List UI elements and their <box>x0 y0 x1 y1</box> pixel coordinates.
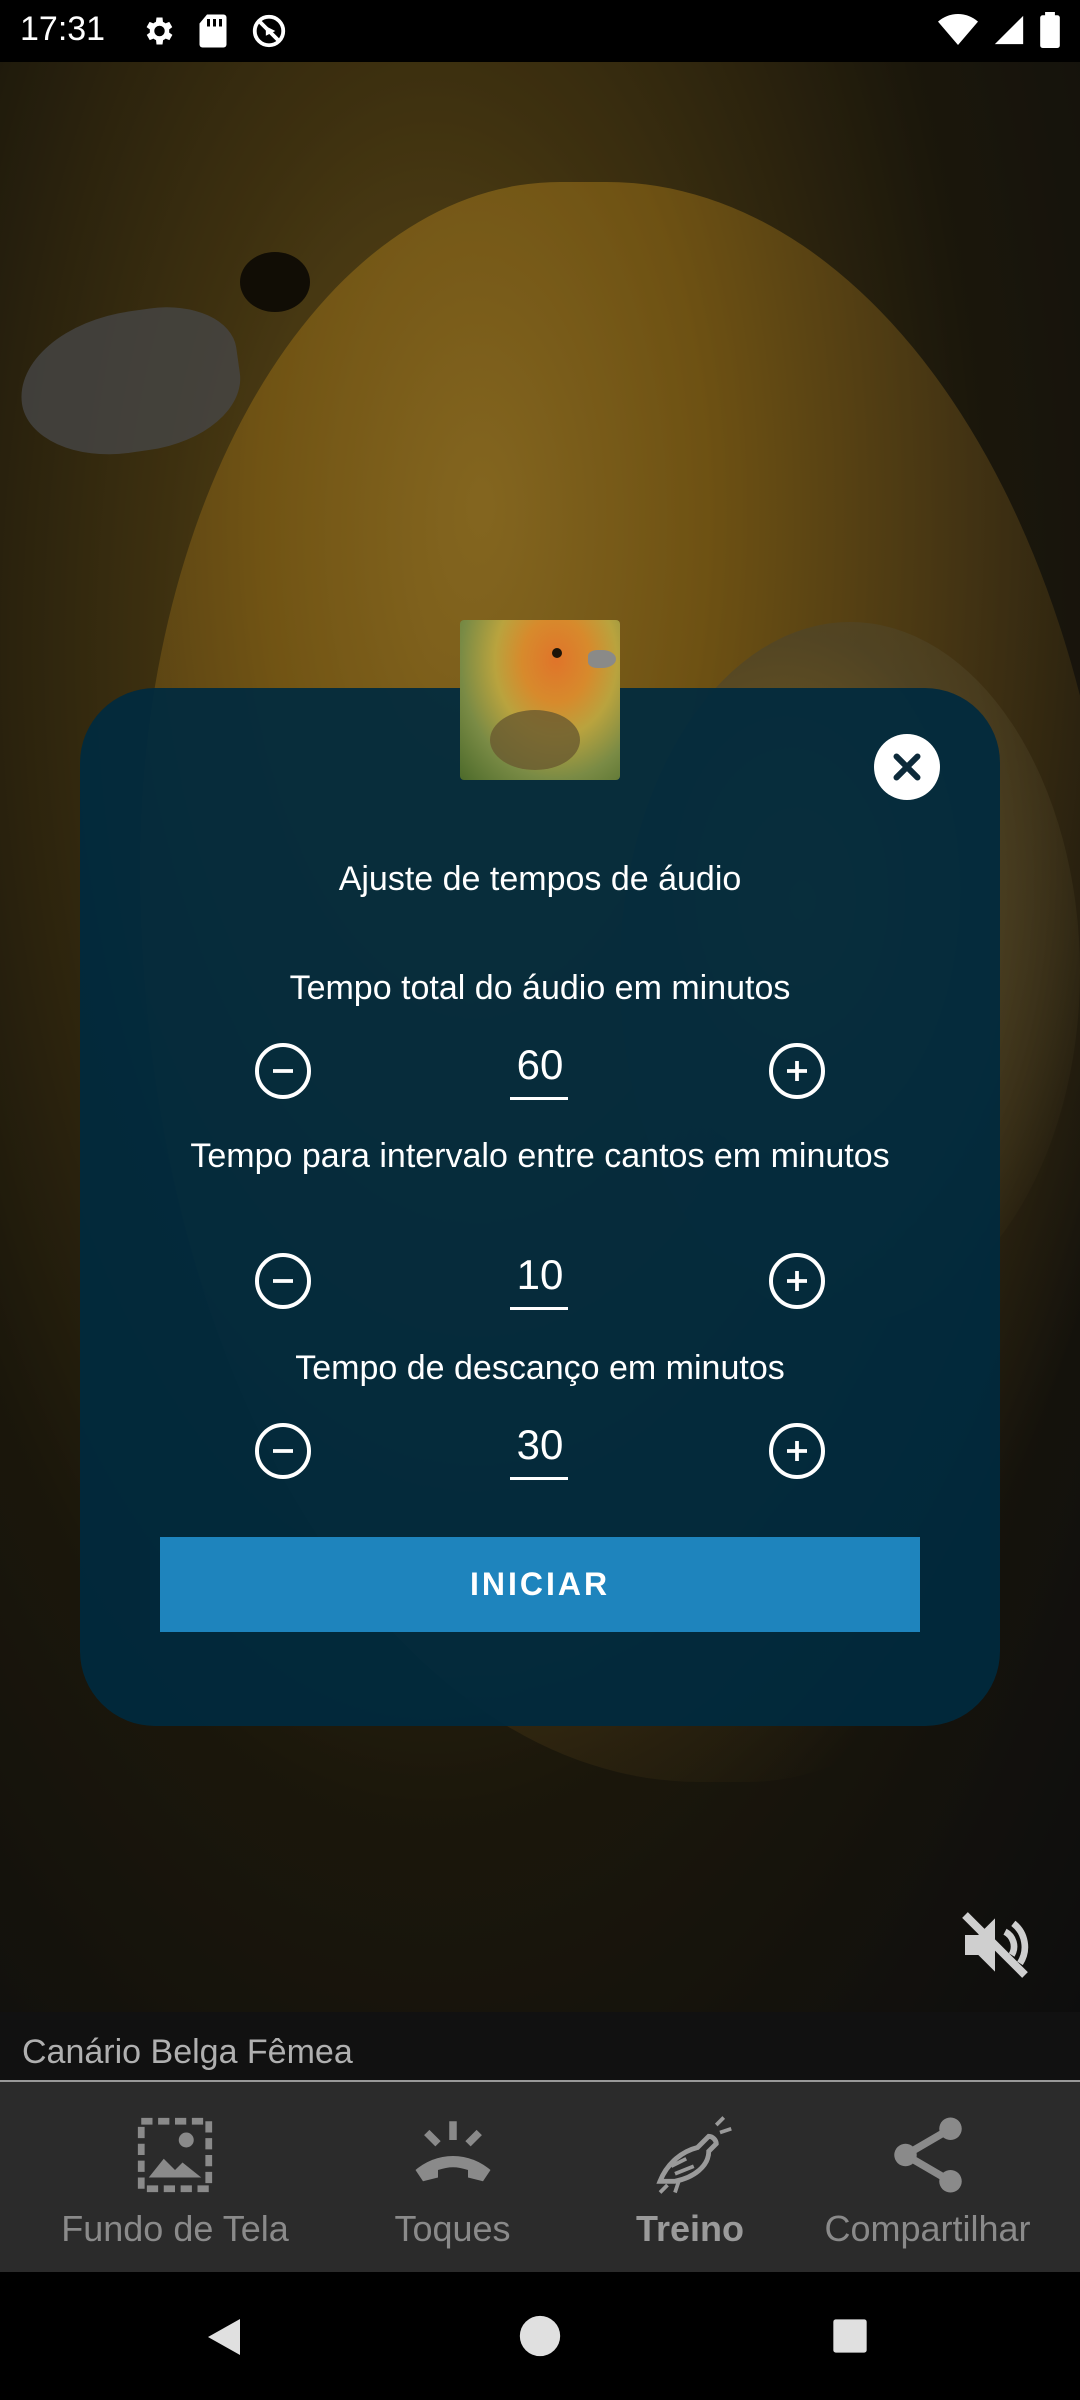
rest-time-increment-button[interactable] <box>769 1423 825 1479</box>
bird-thumbnail <box>460 620 620 780</box>
interval-time-decrement-button[interactable] <box>255 1253 311 1309</box>
minus-icon <box>273 1279 293 1283</box>
battery-icon <box>1040 12 1060 48</box>
plus-icon <box>787 1061 807 1081</box>
close-icon <box>893 753 921 781</box>
plus-icon <box>787 1441 807 1461</box>
total-time-decrement-button[interactable] <box>255 1043 311 1099</box>
rest-time-label: Tempo de descanço em minutos <box>295 1349 785 1387</box>
share-icon <box>893 2117 962 2193</box>
signal-icon <box>994 15 1024 45</box>
wallpaper-icon <box>137 2117 213 2193</box>
start-button[interactable]: INICIAR <box>160 1537 920 1632</box>
bottom-navigation: Fundo de Tela Toques Treino Compartilhar <box>0 2082 1080 2272</box>
total-time-stepper: 60 <box>255 1041 825 1113</box>
sd-card-icon <box>199 14 227 48</box>
total-time-increment-button[interactable] <box>769 1043 825 1099</box>
total-time-input[interactable]: 60 <box>510 1041 570 1089</box>
interval-time-input[interactable]: 10 <box>510 1251 570 1299</box>
minus-icon <box>273 1449 293 1453</box>
dialog-title: Ajuste de tempos de áudio <box>338 860 742 898</box>
interval-time-label: Tempo para intervalo entre cantos em min… <box>190 1137 890 1175</box>
status-time: 17:31 <box>20 10 106 48</box>
close-button[interactable] <box>874 734 940 800</box>
rest-time-stepper: 30 <box>255 1421 825 1493</box>
back-icon[interactable] <box>200 2312 248 2362</box>
interval-time-increment-button[interactable] <box>769 1253 825 1309</box>
interval-time-stepper: 10 <box>255 1251 825 1323</box>
volume-off-icon <box>962 1912 1029 1978</box>
nav-item-training[interactable]: Treino <box>570 2082 810 2272</box>
recents-icon[interactable] <box>830 2316 870 2356</box>
sound-title: Canário Belga Fêmea <box>22 2033 353 2071</box>
wifi-icon <box>938 14 978 45</box>
home-icon[interactable] <box>518 2314 562 2358</box>
ringtone-icon <box>415 2121 490 2182</box>
plus-icon <box>787 1271 807 1291</box>
mute-button[interactable] <box>955 1905 1035 1985</box>
minus-icon <box>273 1069 293 1073</box>
rest-time-input[interactable]: 30 <box>510 1421 570 1469</box>
nav-item-ringtones[interactable]: Toques <box>320 2082 585 2272</box>
bird-icon <box>656 2116 732 2194</box>
no-disturb-icon <box>252 14 286 48</box>
rest-time-decrement-button[interactable] <box>255 1423 311 1479</box>
nav-item-share[interactable]: Compartilhar <box>800 2082 1055 2272</box>
settings-icon <box>146 17 173 45</box>
nav-item-wallpaper[interactable]: Fundo de Tela <box>25 2082 325 2272</box>
status-bar: 17:31 <box>0 0 1080 62</box>
system-navigation-bar <box>0 2272 1080 2400</box>
total-time-label: Tempo total do áudio em minutos <box>289 969 791 1007</box>
